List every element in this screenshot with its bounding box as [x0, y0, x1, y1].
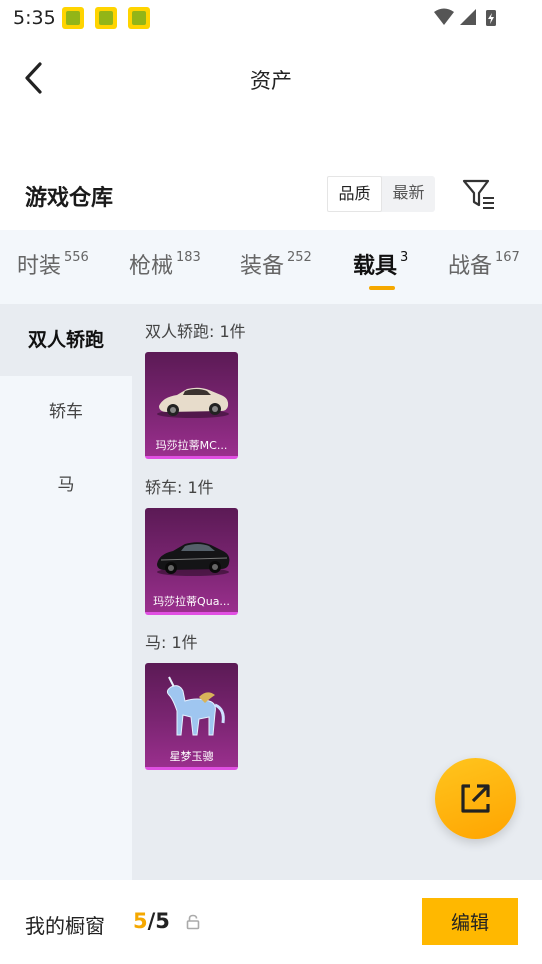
lock-icon — [186, 914, 200, 930]
tab-label: 时装 — [17, 254, 62, 279]
wifi-icon — [434, 8, 454, 25]
share-fab-button[interactable] — [435, 758, 516, 839]
active-tab-indicator — [369, 286, 395, 290]
item-name: 星梦玉骢 — [169, 750, 214, 763]
filter-icon[interactable] — [462, 178, 496, 210]
showcase-total: 5 — [155, 909, 170, 933]
tab-label: 载具 — [353, 254, 398, 279]
showcase-bar: 我的橱窗 5/5 编辑 — [0, 880, 542, 964]
share-icon — [461, 784, 490, 813]
tab-count: 167 — [495, 250, 520, 265]
item-name: 玛莎拉蒂Qua... — [153, 595, 230, 608]
signal-icon — [460, 9, 476, 25]
section-title: 游戏仓库 — [25, 186, 114, 211]
tab-count: 3 — [400, 250, 409, 265]
item-card[interactable]: 玛莎拉蒂Qua... — [145, 508, 238, 615]
subcategory-sidebar: 双人轿跑 轿车 马 — [0, 304, 132, 880]
tab-combat-gear[interactable]: 战备 167 — [448, 248, 520, 280]
status-bar: 5:35 — [0, 0, 542, 36]
tab-label: 战备 — [448, 254, 493, 279]
black-sedan-icon — [157, 542, 230, 576]
tab-count: 252 — [287, 250, 312, 265]
page-title: 资产 — [250, 69, 292, 93]
tab-count: 183 — [176, 250, 201, 265]
edit-button[interactable]: 编辑 — [422, 898, 518, 945]
item-name: 玛莎拉蒂MC... — [155, 439, 228, 452]
top-header: 资产 — [0, 36, 542, 120]
status-time: 5:35 — [13, 7, 56, 29]
status-indicators — [434, 8, 496, 26]
section-header: 游戏仓库 品质 最新 — [0, 160, 542, 230]
tab-firearms[interactable]: 枪械 183 — [129, 248, 201, 280]
item-card[interactable]: 星梦玉骢 — [145, 663, 238, 770]
tab-equipment[interactable]: 装备 252 — [240, 248, 312, 280]
tab-label: 装备 — [240, 254, 285, 279]
sort-quality-button[interactable]: 品质 — [327, 176, 382, 212]
white-sports-car-icon — [157, 387, 229, 418]
tab-count: 556 — [64, 250, 89, 265]
sidebar-item-sedan[interactable]: 轿车 — [0, 376, 132, 448]
group-label: 双人轿跑: 1件 — [145, 322, 246, 341]
sidebar-item-coupe[interactable]: 双人轿跑 — [0, 304, 132, 376]
showcase-label: 我的橱窗 — [25, 914, 105, 938]
app-notification-icon — [95, 7, 117, 29]
category-tabs: 时装 556 枪械 183 装备 252 载具 3 战备 167 — [0, 230, 542, 304]
group-label: 马: 1件 — [145, 633, 198, 652]
app-notification-icon — [128, 7, 150, 29]
sort-newest-button[interactable]: 最新 — [382, 176, 435, 212]
tab-label: 枪械 — [129, 254, 174, 279]
app-notification-icon — [62, 7, 84, 29]
group-label: 轿车: 1件 — [145, 478, 214, 497]
sort-toggle: 品质 最新 — [327, 176, 435, 212]
tab-fashion[interactable]: 时装 556 — [17, 248, 89, 280]
showcase-count: 5/5 — [133, 909, 170, 933]
crystal-unicorn-horse-icon — [166, 676, 225, 736]
item-card[interactable]: 玛莎拉蒂MC... — [145, 352, 238, 459]
sidebar-item-horse[interactable]: 马 — [0, 449, 132, 521]
tab-vehicles[interactable]: 载具 3 — [353, 248, 408, 280]
showcase-current: 5 — [133, 909, 148, 933]
